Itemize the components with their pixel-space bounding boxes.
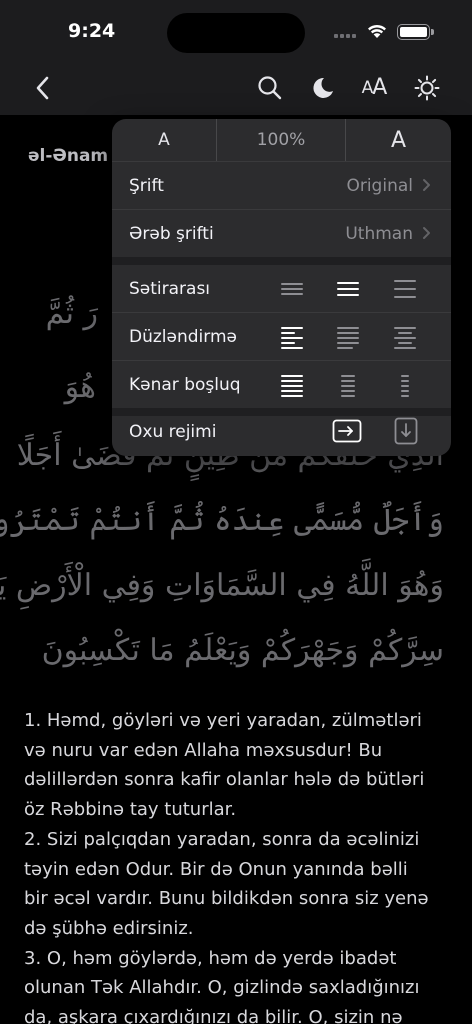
- reading-mode-row: Oxu rejimi: [112, 408, 451, 455]
- translation-line: və nuru var edən Allaha məxsusdur! Bu: [24, 739, 383, 761]
- text-size-large-label: A: [372, 75, 387, 100]
- arabic-verse-line: وَهُوَ اللَّهُ فِي السَّمَاوَاتِ وَفِي ا…: [0, 568, 444, 603]
- chevron-left-icon: [36, 76, 49, 99]
- horizontal-scroll-icon[interactable]: [332, 419, 362, 443]
- nav-bar: AA: [0, 60, 472, 115]
- translation-line: da, aşkara çıxardığınızı da bilir. O, si…: [24, 1007, 403, 1024]
- translation-line: dəlillərdən sonra kafir olanlar hələ də …: [24, 769, 425, 791]
- arabic-verse-line: وَأَجَلٌ مُّسَمًّى عِندَهُ ثُمَّ أَنتُمْ…: [0, 503, 444, 538]
- translation-line: 1. Həmd, göyləri və yeri yaradan, zülmət…: [24, 710, 422, 731]
- line-spacing-row: Sətirarası: [112, 265, 451, 312]
- translation-line: bir əcəl vardır. Bunu bildikdən sonra si…: [24, 888, 429, 910]
- arabic-font-row-value: Uthman: [345, 223, 413, 244]
- moon-icon: [313, 77, 333, 98]
- font-row[interactable]: Şrift Original: [112, 162, 451, 209]
- reading-mode-label: Oxu rejimi: [129, 421, 217, 442]
- decrease-font-button[interactable]: A: [112, 119, 217, 161]
- status-bar: 9:24: [0, 0, 472, 60]
- margin-row: Kənar boşluq: [112, 361, 451, 408]
- search-icon: [258, 75, 282, 99]
- status-time: 9:24: [68, 20, 116, 42]
- arabic-fragment: رَ ثُمَّ: [45, 296, 98, 331]
- line-spacing-medium-icon[interactable]: [335, 277, 361, 301]
- align-justify-icon[interactable]: [335, 325, 361, 349]
- text-size-small-label: A: [361, 77, 374, 98]
- reading-settings-popover: A 100% A Şrift Original Ərəb şrifti Uthm…: [112, 119, 451, 456]
- arabic-font-row-label: Ərəb şrifti: [129, 223, 214, 244]
- battery-icon: [397, 24, 434, 40]
- align-left-icon[interactable]: [279, 325, 305, 349]
- brightness-button[interactable]: [412, 60, 442, 115]
- margin-wide-icon[interactable]: [392, 373, 418, 397]
- surah-title: əl-Ənam: [28, 146, 109, 166]
- increase-font-button[interactable]: A: [346, 119, 451, 161]
- line-spacing-wide-icon[interactable]: [392, 277, 418, 301]
- back-button[interactable]: [28, 60, 58, 115]
- arabic-fragment: هُوَ: [64, 370, 96, 405]
- margin-label: Kənar boşluq: [129, 374, 241, 395]
- translation-line: öz Rəbbinə tay tuturlar.: [24, 799, 237, 821]
- align-center-icon[interactable]: [392, 325, 418, 349]
- dynamic-island: [167, 13, 305, 53]
- translation-line: də şübhə edirsiniz.: [24, 917, 194, 939]
- translation-line: 2. Sizi palçıqdan yaradan, sonra da əcəl…: [24, 828, 420, 850]
- sun-icon: [414, 75, 440, 100]
- section-gap: [112, 257, 451, 265]
- screen: 9:24 AA əl-Ənam رَ ثُمَّ هُوَ قَضَىٰ أَج…: [0, 0, 472, 1024]
- wifi-icon: [368, 24, 386, 38]
- margin-narrow-icon[interactable]: [279, 373, 305, 397]
- translation-line: 3. O, həm göylərdə, həm də yerdə ibadət: [24, 947, 397, 969]
- vertical-scroll-icon[interactable]: [394, 417, 418, 445]
- arabic-verse-line: سِرَّكُمْ وَجَهْرَكُمْ وَيَعْلَمُ مَا تَ…: [41, 633, 444, 668]
- margin-medium-icon[interactable]: [335, 373, 361, 397]
- search-button[interactable]: [255, 60, 285, 115]
- alignment-label: Düzləndirmə: [129, 326, 237, 347]
- font-row-label: Şrift: [129, 175, 164, 196]
- text-size-button[interactable]: AA: [356, 60, 392, 115]
- font-size-control: A 100% A: [112, 119, 451, 161]
- chevron-right-icon: [423, 179, 430, 191]
- arabic-font-row[interactable]: Ərəb şrifti Uthman: [112, 210, 451, 257]
- chevron-right-icon: [423, 227, 430, 239]
- translation-line: olunan Tək Allahdır. O, gizlində saxladı…: [24, 977, 420, 999]
- font-row-value: Original: [346, 175, 413, 196]
- alignment-row: Düzləndirmə: [112, 313, 451, 360]
- night-mode-button[interactable]: [307, 60, 337, 115]
- cellular-signal-icon: [334, 30, 358, 38]
- font-size-value: 100%: [217, 119, 346, 161]
- translation-text: 1. Həmd, göyləri və yeri yaradan, zülmət…: [24, 706, 452, 1024]
- line-spacing-label: Sətirarası: [129, 278, 211, 299]
- line-spacing-tight-icon[interactable]: [279, 277, 305, 301]
- translation-line: təyin edən Odur. Bir də Onun yanında bəl…: [24, 858, 408, 880]
